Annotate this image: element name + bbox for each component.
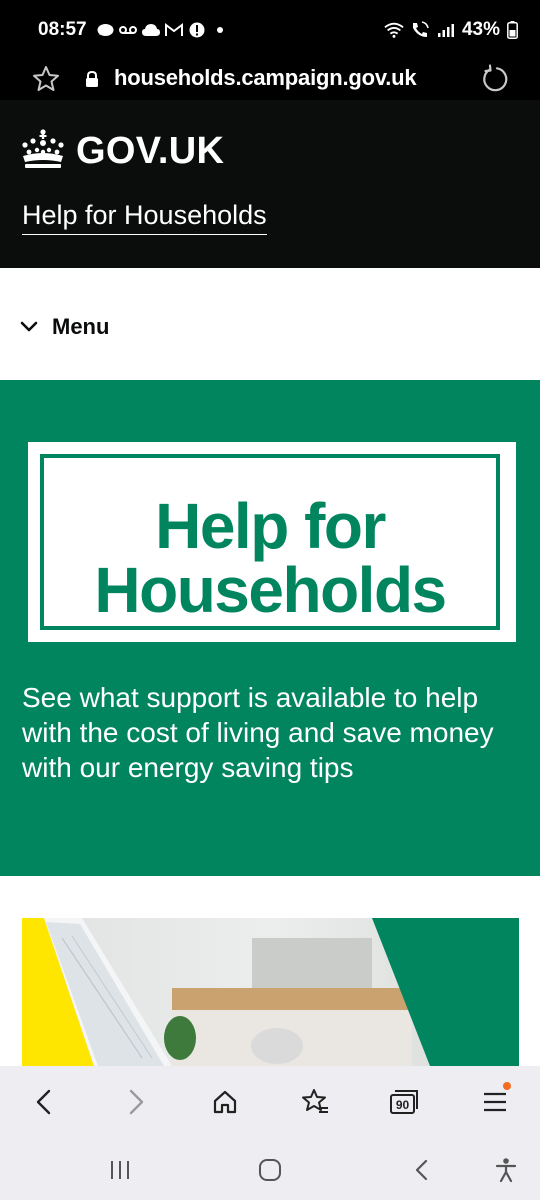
dot-icon	[211, 21, 229, 39]
menu-label: Menu	[52, 314, 110, 339]
crown-icon	[20, 128, 66, 175]
accessibility-icon[interactable]	[490, 1154, 522, 1186]
status-bar: 08:57 43%	[0, 0, 540, 62]
wifi-icon	[384, 20, 404, 40]
help-for-households-logo: Help for Households	[28, 442, 516, 642]
header-divider	[0, 268, 540, 280]
reload-icon[interactable]	[480, 64, 510, 94]
alert-icon	[188, 21, 206, 39]
system-status-icons: 43%	[384, 19, 518, 41]
home-icon[interactable]	[207, 1084, 243, 1120]
forward-icon[interactable]	[118, 1084, 154, 1120]
recent-apps-icon[interactable]	[104, 1154, 136, 1186]
govuk-logo-link[interactable]: GOV.UK	[20, 128, 224, 175]
signal-icon	[436, 20, 456, 40]
back-icon[interactable]	[26, 1084, 62, 1120]
bookmark-star-icon[interactable]	[31, 64, 61, 94]
cloud-icon	[142, 21, 160, 39]
status-time: 08:57	[38, 19, 87, 40]
battery-icon	[506, 20, 518, 40]
gmail-icon	[165, 21, 183, 39]
logo-frame: Help for Households	[40, 454, 500, 630]
lock-icon[interactable]	[84, 70, 100, 88]
govuk-header: GOV.UK Help for Households	[0, 100, 540, 268]
logo-text-line1: Help for	[155, 490, 386, 562]
hero-description: See what support is available to help wi…	[22, 682, 494, 783]
browser-toolbar: 90	[0, 1066, 540, 1138]
notification-icons	[96, 21, 229, 39]
home-nav-icon[interactable]	[254, 1154, 286, 1186]
tabs-counter-button[interactable]: 90	[386, 1084, 422, 1120]
url-text[interactable]: households.campaign.gov.uk	[114, 65, 417, 91]
service-name-link[interactable]: Help for Households	[22, 200, 267, 235]
menu-toggle-button[interactable]: Menu	[20, 314, 109, 340]
back-nav-icon[interactable]	[406, 1154, 438, 1186]
voicemail-icon	[119, 21, 137, 39]
logo-text-line2: Households	[94, 554, 447, 626]
menu-icon[interactable]	[477, 1082, 513, 1120]
promo-card-image[interactable]	[22, 918, 519, 1066]
wifi-call-icon	[410, 20, 430, 40]
system-nav-bar	[0, 1138, 540, 1200]
bookmarks-icon[interactable]	[297, 1084, 333, 1120]
chevron-down-icon	[20, 320, 38, 334]
tab-count: 90	[396, 1098, 410, 1112]
whatsapp-icon	[96, 21, 114, 39]
address-bar[interactable]: households.campaign.gov.uk	[0, 62, 540, 100]
govuk-logo-text: GOV.UK	[76, 130, 225, 172]
notification-dot	[503, 1082, 511, 1090]
battery-percent: 43%	[461, 19, 500, 40]
hero-banner: Help for Households See what support is …	[0, 380, 540, 876]
